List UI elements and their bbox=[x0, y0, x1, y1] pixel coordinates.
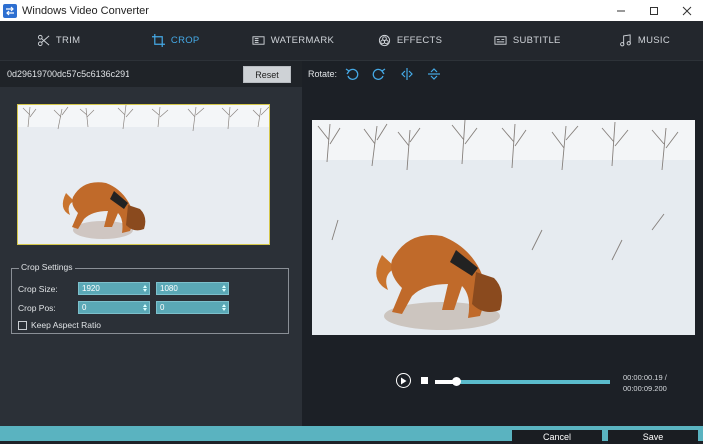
tab-effects-label: EFFECTS bbox=[396, 35, 443, 46]
minimize-button[interactable] bbox=[604, 0, 637, 21]
effects-icon bbox=[378, 34, 390, 47]
tab-music[interactable]: MUSIC bbox=[586, 21, 703, 60]
play-button[interactable] bbox=[396, 373, 411, 388]
file-bar: 0d29619700dc57c5c6136c291d8a Reset bbox=[0, 61, 302, 87]
editor-tabs: TRIM CROP WATERMARK EFFECTS SUBTITLE MUS… bbox=[0, 21, 703, 61]
tab-watermark[interactable]: WATERMARK bbox=[234, 21, 351, 60]
watermark-icon bbox=[252, 36, 265, 45]
scissors-icon bbox=[37, 34, 50, 47]
seek-handle[interactable] bbox=[452, 377, 461, 386]
close-button[interactable] bbox=[670, 0, 703, 21]
tab-subtitle-label: SUBTITLE bbox=[512, 35, 561, 46]
seek-bar[interactable] bbox=[435, 377, 610, 386]
title-bar: Windows Video Converter bbox=[0, 0, 703, 21]
dog-in-snow-image bbox=[18, 105, 269, 244]
window-title: Windows Video Converter bbox=[22, 4, 149, 17]
stepper-arrows-icon[interactable] bbox=[219, 283, 228, 294]
crop-height-stepper[interactable]: 1080 bbox=[156, 282, 229, 295]
file-name: 0d29619700dc57c5c6136c291d8a bbox=[7, 69, 129, 79]
crop-x-stepper[interactable]: 0 bbox=[78, 301, 150, 314]
stepper-arrows-icon[interactable] bbox=[140, 283, 149, 294]
cancel-button[interactable]: Cancel bbox=[512, 430, 602, 444]
crop-y-stepper[interactable]: 0 bbox=[156, 301, 229, 314]
keep-aspect-checkbox[interactable] bbox=[18, 321, 27, 330]
video-preview bbox=[312, 120, 695, 335]
stepper-arrows-icon[interactable] bbox=[219, 302, 228, 313]
keep-aspect-label: Keep Aspect Ratio bbox=[31, 320, 101, 330]
save-button[interactable]: Save bbox=[608, 430, 698, 444]
dog-in-snow-video-frame bbox=[312, 120, 695, 335]
crop-size-label: Crop Size: bbox=[18, 284, 58, 294]
app-logo-icon bbox=[3, 3, 17, 18]
crop-preview-thumbnail[interactable] bbox=[17, 104, 270, 245]
crop-x-value: 0 bbox=[82, 303, 87, 312]
maximize-icon bbox=[649, 6, 658, 15]
time-display: 00:00:00.19 / 00:00:09.200 bbox=[623, 372, 667, 394]
stepper-arrows-icon[interactable] bbox=[140, 302, 149, 313]
rotate-left-icon[interactable] bbox=[345, 67, 359, 81]
tab-subtitle[interactable]: SUBTITLE bbox=[469, 21, 586, 60]
music-icon bbox=[619, 34, 631, 47]
subtitle-icon bbox=[494, 36, 507, 45]
minimize-icon bbox=[616, 10, 625, 11]
crop-width-stepper[interactable]: 1920 bbox=[78, 282, 150, 295]
current-time: 00:00:00.19 / bbox=[623, 373, 667, 382]
tab-crop[interactable]: CROP bbox=[117, 21, 234, 60]
tab-watermark-label: WATERMARK bbox=[270, 35, 335, 46]
rotate-right-icon[interactable] bbox=[372, 67, 386, 81]
crop-pos-label: Crop Pos: bbox=[18, 303, 56, 313]
play-icon bbox=[401, 377, 407, 384]
stop-button[interactable] bbox=[421, 377, 428, 384]
crop-width-value: 1920 bbox=[82, 284, 100, 293]
crop-settings-group: Crop Settings Crop Size: 1920 1080 Crop … bbox=[11, 262, 289, 334]
tab-trim-label: TRIM bbox=[55, 35, 81, 46]
crop-height-value: 1080 bbox=[160, 284, 178, 293]
close-icon bbox=[682, 6, 691, 15]
crop-icon bbox=[151, 34, 165, 47]
player-controls: 00:00:00.19 / 00:00:09.200 bbox=[302, 365, 703, 400]
tab-crop-label: CROP bbox=[170, 35, 200, 46]
rotate-toolbar: Rotate: bbox=[302, 61, 703, 87]
flip-horizontal-icon[interactable] bbox=[400, 67, 414, 81]
tab-music-label: MUSIC bbox=[637, 35, 670, 46]
total-time: 00:00:09.200 bbox=[623, 384, 667, 393]
maximize-button[interactable] bbox=[637, 0, 670, 21]
flip-vertical-icon[interactable] bbox=[427, 67, 441, 81]
reset-button[interactable]: Reset bbox=[243, 66, 291, 83]
tab-trim[interactable]: TRIM bbox=[0, 21, 117, 60]
rotate-label: Rotate: bbox=[308, 69, 338, 79]
crop-y-value: 0 bbox=[160, 303, 165, 312]
tab-effects[interactable]: EFFECTS bbox=[352, 21, 469, 60]
crop-settings-legend: Crop Settings bbox=[19, 262, 75, 272]
